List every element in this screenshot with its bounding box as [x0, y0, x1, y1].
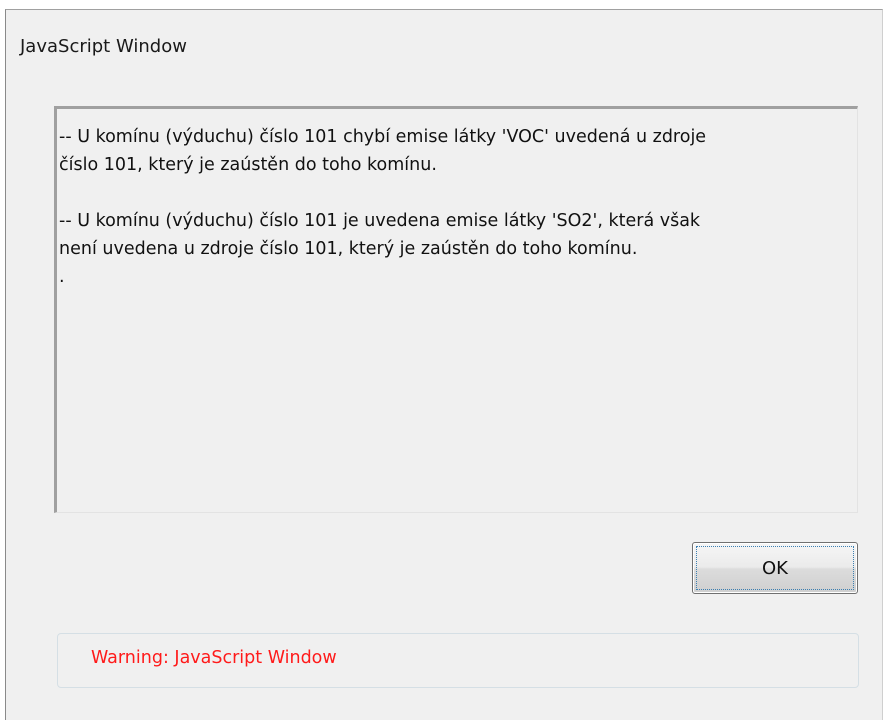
- message-line: není uvedena u zdroje číslo 101, který j…: [59, 239, 638, 259]
- status-panel: Warning: JavaScript Window: [57, 633, 859, 688]
- message-line: -- U komínu (výduchu) číslo 101 chybí em…: [59, 127, 707, 147]
- message-trailing-text: .: [59, 267, 65, 287]
- dialog-window: JavaScript Window -- U komínu (výduchu) …: [5, 9, 883, 720]
- message-text-area[interactable]: -- U komínu (výduchu) číslo 101 chybí em…: [54, 106, 858, 513]
- ok-button[interactable]: OK: [692, 542, 858, 594]
- warning-label: Warning: JavaScript Window: [91, 648, 337, 668]
- message-line: číslo 101, který je zaústěn do toho komí…: [59, 155, 437, 175]
- message-line: -- U komínu (výduchu) číslo 101 je uvede…: [59, 211, 701, 231]
- window-title: JavaScript Window: [20, 36, 187, 57]
